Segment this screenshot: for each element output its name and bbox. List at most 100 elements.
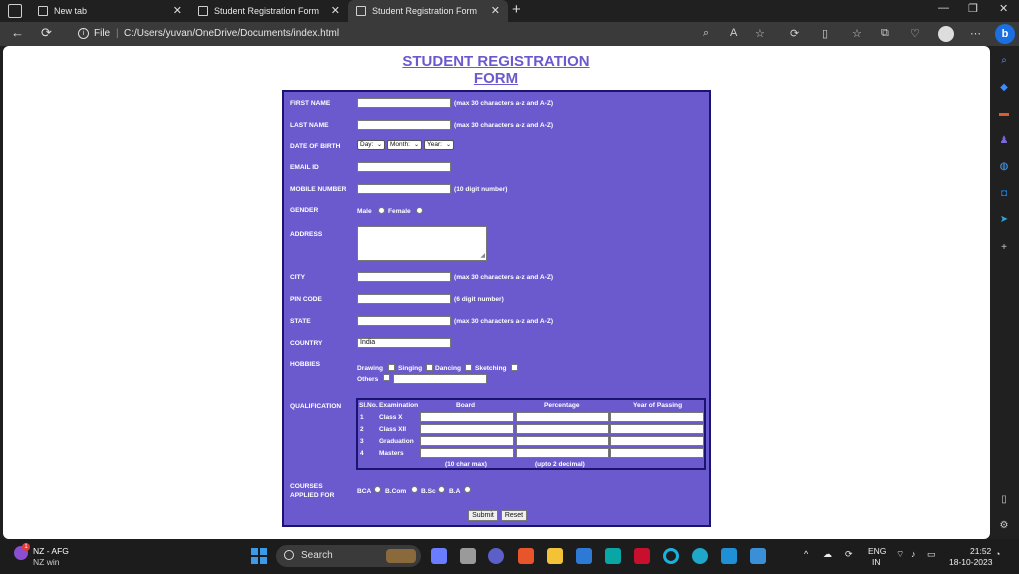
task-view-icon[interactable] [460, 548, 476, 564]
dob-day-select[interactable]: Day: ⌄ [357, 140, 385, 150]
course-bcom-radio[interactable] [411, 486, 418, 493]
address-textarea[interactable]: ◢ [357, 226, 487, 261]
vscode-icon[interactable] [721, 548, 737, 564]
tab-new-tab[interactable]: New tab ✕ [30, 0, 190, 22]
notification-bell-icon[interactable]: ◔ [995, 549, 1000, 559]
profile-avatar[interactable] [938, 26, 954, 42]
language-region[interactable]: IN [872, 557, 881, 567]
qual-board-input[interactable] [420, 436, 514, 446]
zoom-icon[interactable]: ⌕ [703, 27, 709, 40]
url-field[interactable]: i File | C:/Users/yuvan/OneDrive/Documen… [72, 25, 780, 43]
hide-sidebar-icon[interactable]: ▯ [998, 495, 1010, 505]
qual-board-input[interactable] [420, 424, 514, 434]
submit-button[interactable]: Submit [468, 510, 498, 521]
mobile-input[interactable] [357, 184, 451, 194]
weather-subtitle[interactable]: NZ win [33, 557, 59, 567]
qual-board-input[interactable] [420, 448, 514, 458]
edge-browser-icon[interactable] [692, 548, 708, 564]
qual-year-input[interactable] [610, 448, 704, 458]
onedrive-icon[interactable]: ☁ [823, 549, 832, 560]
search-icon[interactable]: ⌕ [998, 56, 1010, 66]
country-input[interactable]: India [357, 338, 451, 348]
dob-month-select[interactable]: Month: ⌄ [387, 140, 422, 150]
new-tab-button[interactable]: + [512, 1, 521, 18]
qual-percentage-input[interactable] [516, 412, 609, 422]
tab-student-registration-2[interactable]: Student Registration Form ✕ [348, 0, 508, 22]
shopping-tag-icon[interactable]: ◆ [998, 83, 1010, 93]
notepad-icon[interactable] [750, 548, 766, 564]
language-indicator[interactable]: ENG [868, 546, 886, 556]
qual-board-input[interactable] [420, 412, 514, 422]
gender-female-radio[interactable] [416, 207, 423, 214]
hobby-others-checkbox[interactable] [383, 374, 390, 381]
volume-icon[interactable]: ♪ [911, 549, 916, 559]
microsoft-store-icon[interactable] [576, 548, 592, 564]
site-info-icon[interactable]: i [78, 28, 89, 39]
favorite-star-icon[interactable]: ☆ [755, 27, 765, 40]
teams-chat-icon[interactable] [488, 548, 504, 564]
pin-code-input[interactable] [357, 294, 451, 304]
close-tab-icon[interactable]: ✕ [331, 0, 340, 22]
windows-start-icon[interactable] [251, 548, 267, 564]
last-name-input[interactable] [357, 120, 451, 130]
course-bca-radio[interactable] [374, 486, 381, 493]
reset-button[interactable]: Reset [501, 510, 527, 521]
more-options-icon[interactable]: ⋯ [970, 27, 981, 40]
qual-year-input[interactable] [610, 424, 704, 434]
wifi-icon[interactable]: ⌔ [896, 549, 904, 560]
city-input[interactable] [357, 272, 451, 282]
extensions-icon[interactable]: ⟳ [790, 27, 799, 40]
hobby-sketching-checkbox[interactable] [511, 364, 518, 371]
outlook-icon[interactable]: ◘ [998, 189, 1010, 199]
file-explorer-icon[interactable] [547, 548, 563, 564]
course-bsc-radio[interactable] [438, 486, 445, 493]
taskbar-search[interactable]: Search [276, 545, 421, 567]
qual-percentage-input[interactable] [516, 436, 609, 446]
read-aloud-icon[interactable]: A [730, 27, 737, 39]
sync-icon[interactable]: ⟳ [845, 549, 853, 560]
tools-icon[interactable]: ▬ [998, 109, 1010, 119]
copilot-icon[interactable]: ◍ [998, 162, 1010, 172]
battery-icon[interactable]: ▭ [927, 549, 936, 560]
tab-actions-icon[interactable] [8, 4, 22, 18]
refresh-button[interactable]: ⟳ [41, 25, 52, 41]
qual-percentage-input[interactable] [516, 424, 609, 434]
tab-student-registration-1[interactable]: Student Registration Form ✕ [190, 0, 348, 22]
state-input[interactable] [357, 316, 451, 326]
cortana-icon[interactable] [663, 548, 679, 564]
hobby-singing-checkbox[interactable] [426, 364, 433, 371]
clock-time[interactable]: 21:52 [970, 546, 991, 556]
hobby-others-input[interactable] [393, 374, 487, 384]
favorites-icon[interactable]: ☆ [852, 27, 862, 40]
widgets-app-icon[interactable] [431, 548, 447, 564]
clock-date[interactable]: 18-10-2023 [949, 557, 992, 567]
email-input[interactable] [357, 162, 451, 172]
brave-browser-icon[interactable] [518, 548, 534, 564]
browser-essentials-icon[interactable]: ♡ [910, 27, 920, 40]
mcafee-icon[interactable] [634, 548, 650, 564]
dob-year-select[interactable]: Year: ⌄ [424, 140, 454, 150]
qual-year-input[interactable] [610, 412, 704, 422]
first-name-input[interactable] [357, 98, 451, 108]
close-tab-icon[interactable]: ✕ [491, 0, 500, 22]
hobby-dancing-checkbox[interactable] [465, 364, 472, 371]
gender-male-radio[interactable] [378, 207, 385, 214]
close-window-button[interactable]: ✕ [999, 2, 1008, 15]
settings-gear-icon[interactable]: ⚙ [998, 521, 1010, 531]
close-tab-icon[interactable]: ✕ [173, 0, 182, 22]
collections-icon[interactable]: ⧉ [881, 27, 889, 40]
games-icon[interactable]: ♟ [998, 136, 1010, 146]
split-screen-icon[interactable]: ▯ [822, 27, 828, 40]
back-button[interactable]: ← [11, 25, 24, 40]
resize-handle-icon[interactable]: ◢ [480, 252, 485, 259]
course-ba-radio[interactable] [464, 486, 471, 493]
show-hidden-icons-chevron-icon[interactable]: ^ [804, 549, 808, 559]
minimize-button[interactable]: — [938, 2, 949, 14]
l-app-icon[interactable] [605, 548, 621, 564]
bing-copilot-icon[interactable]: b [995, 24, 1015, 44]
add-icon[interactable]: + [998, 243, 1010, 253]
qual-percentage-input[interactable] [516, 448, 609, 458]
send-icon[interactable]: ➤ [998, 215, 1010, 225]
restore-button[interactable]: ❐ [968, 2, 978, 15]
qual-year-input[interactable] [610, 436, 704, 446]
